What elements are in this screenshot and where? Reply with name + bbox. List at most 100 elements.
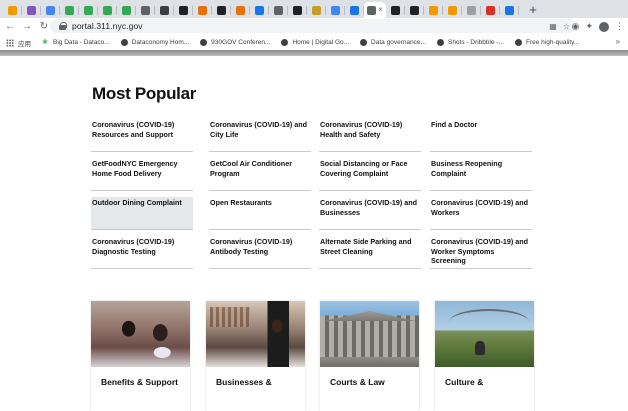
browser-tab[interactable] [462, 2, 481, 18]
bookmark-item[interactable]: Free high-quality... [514, 39, 579, 46]
bookmark-label: 930GOV Conferen... [211, 39, 271, 46]
popular-link[interactable]: Business Reopening Complaint [430, 158, 532, 191]
bookmarks-bar: 应用 ❀ Big Data - Dataco... Dataconomy Hom...… [0, 35, 628, 50]
browser-tab[interactable] [386, 2, 405, 18]
culture-photo [435, 301, 534, 367]
active-browser-tab[interactable]: × [364, 2, 386, 18]
browser-tab[interactable] [481, 2, 500, 18]
tab-favicon-icon [293, 5, 302, 15]
popular-link[interactable]: Coronavirus (COVID-19) Diagnostic Testin… [91, 236, 193, 269]
browser-tab[interactable] [424, 2, 443, 18]
popular-link[interactable]: Coronavirus (COVID-19) Antibody Testing [209, 236, 311, 269]
category-cards: Benefits & Support Businesses & Courts &… [91, 301, 534, 411]
browser-tab[interactable] [212, 2, 231, 18]
popular-link[interactable]: Find a Doctor [430, 119, 532, 152]
reload-icon[interactable]: ↻ [37, 20, 51, 34]
browser-toolbar: ← → ↻ portal.311.nyc.gov ▦ ☆ ◉ ✦ ⋮ [0, 18, 628, 35]
browser-tab[interactable] [98, 2, 117, 18]
bookmark-item[interactable]: Data governance... [360, 39, 426, 46]
card-culture[interactable]: Culture & [435, 301, 534, 411]
browser-tab[interactable] [269, 2, 288, 18]
tab-favicon-icon [331, 5, 340, 15]
browser-tab[interactable] [345, 2, 364, 18]
tab-favicon-icon [65, 5, 74, 15]
bookmark-label: Data governance... [371, 39, 426, 46]
tab-favicon-icon [391, 5, 400, 15]
browser-tab[interactable] [155, 2, 174, 18]
tab-favicon-icon [141, 5, 150, 15]
tab-strip: × + [0, 0, 628, 18]
tab-favicon-icon [274, 5, 283, 15]
popular-link[interactable]: GetFoodNYC Emergency Home Food Delivery [91, 158, 193, 191]
browser-tab[interactable] [500, 2, 519, 18]
bookmark-item[interactable]: ❀ Big Data - Dataco... [42, 39, 110, 46]
popular-link[interactable]: GetCool Air Conditioner Program [209, 158, 311, 191]
browser-tab[interactable] [405, 2, 424, 18]
card-courts-law[interactable]: Courts & Law [320, 301, 419, 411]
tab-favicon-icon [255, 5, 264, 15]
globe-icon [436, 39, 444, 46]
page-title: Most Popular [92, 84, 197, 103]
apps-icon [6, 38, 14, 47]
tab-favicon-icon [179, 5, 188, 15]
popular-link[interactable]: Coronavirus (COVID-19) and Workers [430, 197, 532, 230]
tab-favicon-icon [505, 5, 514, 15]
popular-link[interactable]: Social Distancing or Face Covering Compl… [319, 158, 421, 191]
card-businesses[interactable]: Businesses & [206, 301, 305, 411]
close-tab-icon[interactable]: × [378, 6, 383, 14]
browser-tab[interactable] [193, 2, 212, 18]
popular-link[interactable]: Coronavirus (COVID-19) and City Life [209, 119, 311, 152]
tab-favicon-icon [84, 5, 93, 15]
tab-favicon-icon [160, 5, 169, 15]
browser-tab[interactable] [3, 2, 22, 18]
bookmark-label: Shots - Dribbble -... [447, 39, 504, 46]
forward-arrow-icon[interactable]: → [20, 20, 34, 34]
menu-kebab-icon[interactable]: ⋮ [615, 21, 624, 32]
tab-favicon-icon [448, 5, 457, 15]
browser-tab[interactable] [22, 2, 41, 18]
browser-tab[interactable] [136, 2, 155, 18]
bookmark-item[interactable]: Dataconomy Hom... [120, 39, 189, 46]
leaf-icon: ❀ [42, 39, 48, 46]
tab-favicon-icon [8, 5, 17, 15]
bookmark-item[interactable]: Shots - Dribbble -... [436, 39, 504, 46]
browser-tab[interactable] [307, 2, 326, 18]
bookmarks-overflow-icon[interactable]: » [616, 37, 620, 46]
popular-link[interactable]: Open Restaurants [209, 197, 311, 230]
browser-tab[interactable] [79, 2, 98, 18]
popular-link[interactable]: Coronavirus (COVID-19) Resources and Sup… [91, 119, 193, 152]
bookmark-item[interactable]: Home | Digital Go... [281, 39, 349, 46]
popular-link[interactable]: Coronavirus (COVID-19) and Worker Sympto… [430, 236, 532, 269]
card-benefits-support[interactable]: Benefits & Support [91, 301, 190, 411]
card-caption: Businesses & [216, 377, 272, 387]
courthouse-photo [320, 301, 419, 367]
bookmark-item[interactable]: 930GOV Conferen... [200, 39, 270, 46]
puzzle-icon[interactable]: ✦ [585, 21, 593, 32]
extension-icon[interactable]: ◉ [572, 21, 580, 32]
browser-tab[interactable] [117, 2, 136, 18]
browser-tab[interactable] [174, 2, 193, 18]
popular-link[interactable]: Alternate Side Parking and Street Cleani… [319, 236, 421, 269]
bookmark-star-icon[interactable]: ☆ [563, 22, 570, 31]
profile-avatar-icon[interactable] [599, 21, 609, 32]
browser-tab[interactable] [231, 2, 250, 18]
back-arrow-icon[interactable]: ← [3, 20, 17, 34]
translate-icon[interactable]: ▦ [549, 22, 557, 31]
browser-tab[interactable] [60, 2, 79, 18]
globe-icon [200, 39, 208, 46]
browser-tab[interactable] [326, 2, 345, 18]
tab-separator [518, 6, 519, 15]
lock-icon[interactable] [59, 22, 67, 30]
globe-icon [120, 39, 128, 46]
card-caption: Culture & [445, 377, 484, 387]
popular-link[interactable]: Coronavirus (COVID-19) and Businesses [319, 197, 421, 230]
address-bar[interactable]: portal.311.nyc.gov ▦ ☆ [50, 19, 576, 33]
new-tab-button[interactable]: + [525, 2, 541, 18]
browser-tab[interactable] [288, 2, 307, 18]
popular-link[interactable]: Coronavirus (COVID-19) Health and Safety [319, 119, 421, 152]
browser-tab[interactable] [41, 2, 60, 18]
browser-tab[interactable] [250, 2, 269, 18]
bookmark-item[interactable]: 应用 [6, 38, 31, 48]
browser-tab[interactable] [443, 2, 462, 18]
popular-link[interactable]: Outdoor Dining Complaint [91, 197, 193, 230]
